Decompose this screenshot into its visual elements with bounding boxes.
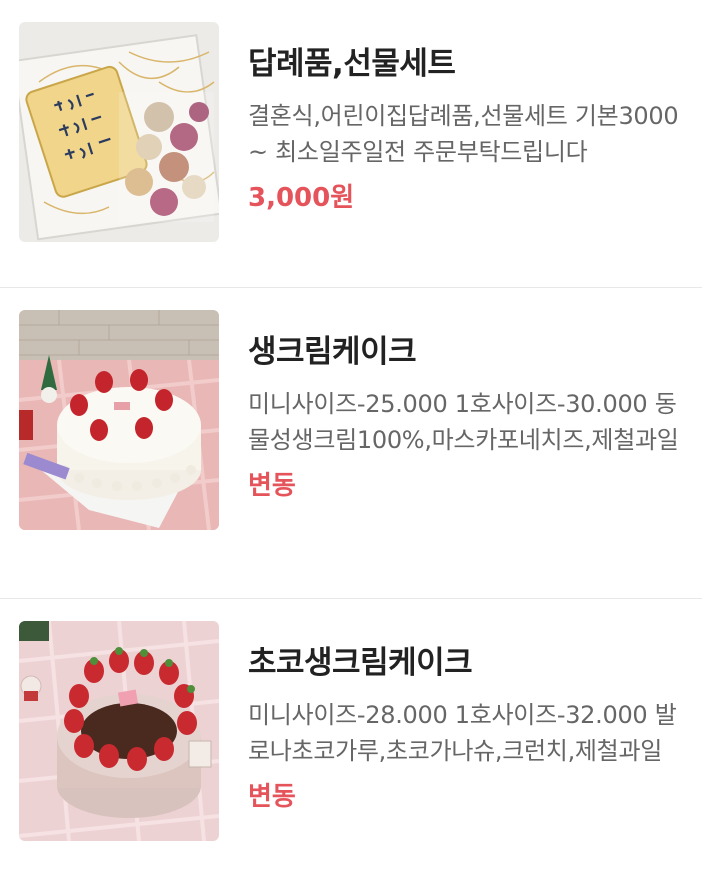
menu-item-title: 답례품,선물세트 [248,46,456,82]
menu-item-price: 3,000원 [248,183,355,213]
menu-item[interactable]: 초코생크림케이크 미니사이즈-28.000 1호사이즈-32.000 발로나초코… [0,599,702,889]
gift-box-photo [19,22,219,242]
menu-item-price: 변동 [248,782,296,812]
menu-item-image[interactable] [19,310,219,530]
menu-item-info: 생크림케이크 미니사이즈-25.000 1호사이즈-30.000 동물성생크림1… [248,310,698,506]
menu-item[interactable]: 답례품,선물세트 결혼식,어린이집답례품,선물세트 기본3000~ 최소일주일전… [0,0,702,287]
menu-item-title: 초코생크림케이크 [248,645,473,681]
menu-item-price: 변동 [248,471,296,501]
menu-list: 답례품,선물세트 결혼식,어린이집답례품,선물세트 기본3000~ 최소일주일전… [0,0,702,889]
menu-item[interactable]: 생크림케이크 미니사이즈-25.000 1호사이즈-30.000 동물성생크림1… [0,288,702,598]
menu-item-description: 결혼식,어린이집답례품,선물세트 기본3000~ 최소일주일전 주문부탁드립니다 [248,102,679,166]
menu-item-image[interactable] [19,621,219,841]
menu-item-title: 생크림케이크 [248,334,417,370]
menu-item-info: 초코생크림케이크 미니사이즈-28.000 1호사이즈-32.000 발로나초코… [248,621,698,817]
menu-item-image[interactable] [19,22,219,242]
chocolate-cream-cake-photo [19,621,219,841]
strawberry-cream-cake-photo [19,310,219,530]
menu-item-info: 답례품,선물세트 결혼식,어린이집답례품,선물세트 기본3000~ 최소일주일전… [248,22,698,218]
menu-item-description: 미니사이즈-25.000 1호사이즈-30.000 동물성생크림100%,마스카… [248,390,679,454]
menu-item-description: 미니사이즈-28.000 1호사이즈-32.000 발로나초코가루,초코가나슈,… [248,701,677,765]
